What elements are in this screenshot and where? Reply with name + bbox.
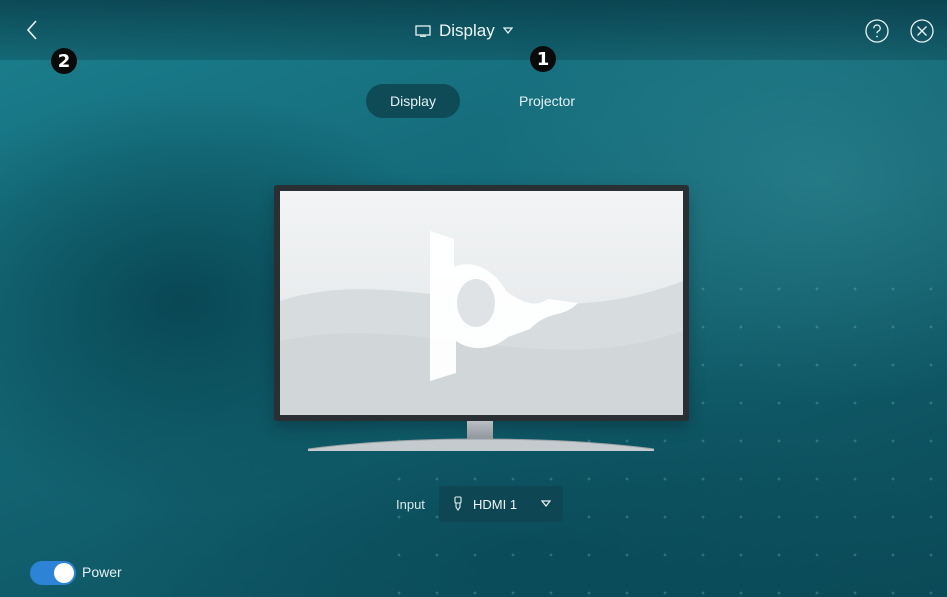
input-label: Input	[396, 497, 425, 512]
callout-badge-1: 1	[530, 46, 556, 72]
screen-logo-graphic	[280, 231, 683, 415]
display-screen	[280, 191, 683, 415]
input-select[interactable]: HDMI 1	[439, 486, 563, 522]
help-icon	[865, 19, 889, 43]
caret-down-icon	[541, 500, 551, 507]
help-button[interactable]	[864, 18, 890, 44]
display-illustration	[274, 185, 689, 421]
monitor-stand	[308, 438, 654, 451]
monitor-icon	[415, 25, 431, 37]
callout-badge-2: 2	[51, 48, 77, 74]
input-value: HDMI 1	[473, 496, 518, 512]
close-button[interactable]	[909, 18, 935, 44]
chevron-left-icon	[26, 20, 37, 40]
power-toggle[interactable]	[30, 561, 76, 585]
page-title: Display	[439, 21, 495, 40]
close-icon	[910, 19, 934, 43]
device-selector[interactable]: Display	[415, 18, 513, 44]
power-label: Power	[82, 564, 122, 580]
back-button[interactable]	[18, 16, 46, 44]
power-toggle-knob	[54, 563, 74, 583]
caret-down-icon	[502, 27, 513, 34]
hdmi-plug-icon	[454, 496, 462, 511]
top-bar: Display	[0, 0, 947, 60]
tab-display[interactable]: Display	[366, 84, 460, 118]
tab-projector[interactable]: Projector	[505, 84, 589, 118]
